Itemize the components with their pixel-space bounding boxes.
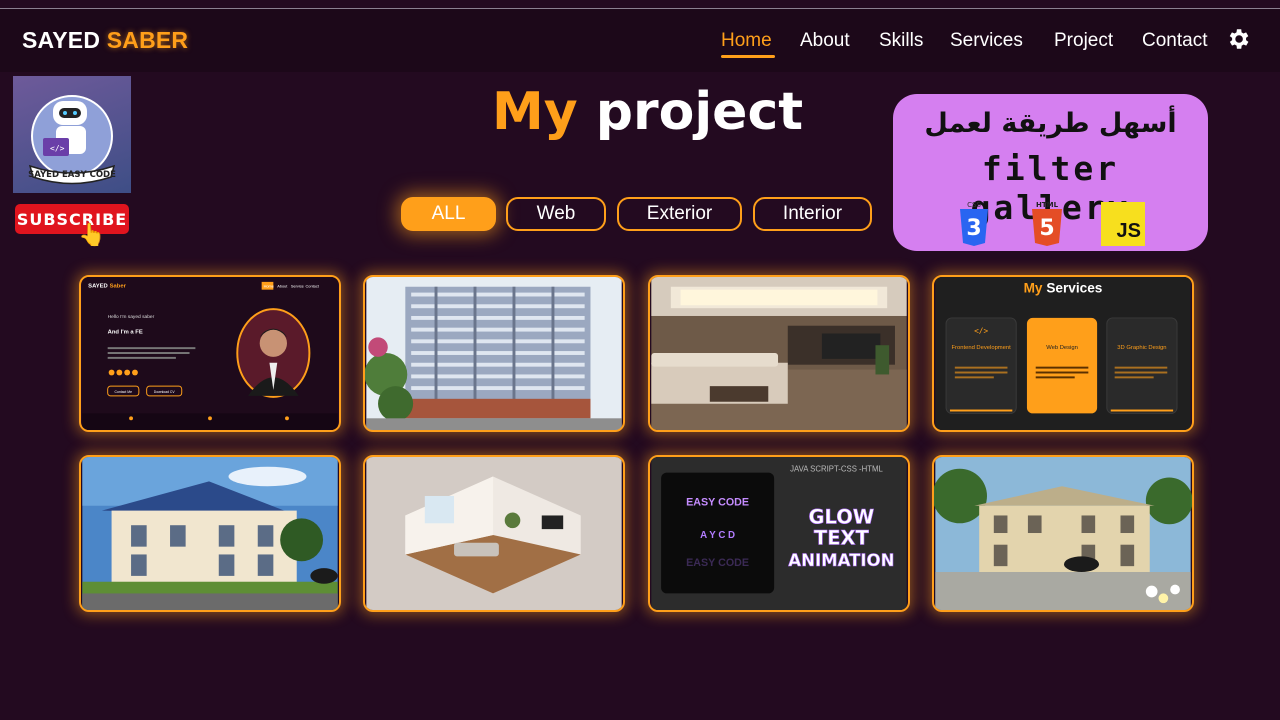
pointer-hand-icon: 👆 <box>78 222 106 247</box>
nav-link-project[interactable]: Project <box>1054 30 1113 52</box>
gallery-item-apartment-building[interactable] <box>363 275 625 432</box>
svg-text:5: 5 <box>1039 216 1054 241</box>
svg-text:3D Graphic Design: 3D Graphic Design <box>1117 345 1166 351</box>
svg-text:EASY CODE: EASY CODE <box>686 557 749 569</box>
gallery-item-living-room-interior[interactable] <box>648 275 910 432</box>
page-title-rest: project <box>595 82 804 142</box>
filter-exterior-button[interactable]: Exterior <box>617 197 742 231</box>
brand-logo[interactable]: SAYED SABER <box>22 27 188 54</box>
svg-text:And I'm a FE: And I'm a FE <box>108 330 143 336</box>
gallery-item-townhouse-exterior[interactable] <box>932 455 1194 612</box>
svg-text:Web Design: Web Design <box>1046 345 1078 351</box>
brand-first: SAYED <box>22 27 101 53</box>
svg-text:SAYEDSaber: SAYED Saber <box>88 284 126 290</box>
svg-text:</>: </> <box>50 144 65 153</box>
nav-link-contact[interactable]: Contact <box>1142 30 1207 52</box>
svg-text:Download CV: Download CV <box>154 390 176 394</box>
channel-logo: </> SAYED EASY CODE <box>13 76 131 193</box>
filter-interior-button[interactable]: Interior <box>753 197 872 231</box>
gear-icon[interactable] <box>1225 26 1251 52</box>
js-icon: JS <box>1101 202 1145 246</box>
svg-text:</>: </> <box>974 327 988 336</box>
nav-active-underline <box>721 55 775 58</box>
svg-text:Frontend Development: Frontend Development <box>951 345 1011 351</box>
gallery-item-room-3d[interactable] <box>363 455 625 612</box>
svg-text:Service: Service <box>291 284 304 289</box>
svg-text:Hello I'm sayed saber: Hello I'm sayed saber <box>108 314 155 320</box>
svg-text:EASY CODE: EASY CODE <box>686 497 749 509</box>
svg-text:TEXT: TEXT <box>814 527 870 550</box>
css3-icon: CSS 3 <box>960 201 988 246</box>
page-title-first: My <box>492 82 578 142</box>
svg-text:Contact: Contact <box>306 284 320 289</box>
nav-link-services[interactable]: Services <box>950 30 1023 52</box>
promo-banner: أسهل طريقة لعمل filter gallery CSS 3 HTM… <box>893 94 1208 251</box>
svg-text:CSS: CSS <box>967 201 981 209</box>
brand-last: SABER <box>106 27 189 53</box>
svg-text:A Y C D: A Y C D <box>700 530 735 541</box>
nav-link-skills[interactable]: Skills <box>879 30 923 52</box>
channel-logo-text: SAYED EASY CODE <box>28 170 116 180</box>
svg-text:Home: Home <box>264 284 274 289</box>
svg-text:Contact Me: Contact Me <box>115 390 133 394</box>
svg-text:GLOW: GLOW <box>808 505 874 528</box>
svg-text:HTML: HTML <box>1036 201 1059 209</box>
gallery-item-services[interactable]: My Services </> Frontend Development Web… <box>932 275 1194 432</box>
html5-icon: HTML 5 <box>1032 201 1062 246</box>
filter-web-button[interactable]: Web <box>506 197 606 231</box>
nav-link-about[interactable]: About <box>800 30 850 52</box>
gallery-item-glow-text-animation[interactable]: JAVA SCRIPT-CSS -HTML EASY CODE A Y C D … <box>648 455 910 612</box>
subscribe-button[interactable]: SUBSCRIBE <box>15 204 129 234</box>
promo-arabic-text: أسهل طريقة لعمل <box>924 108 1177 139</box>
nav-link-home[interactable]: Home <box>721 30 772 52</box>
filter-all-button[interactable]: ALL <box>401 197 496 231</box>
svg-text:JAVA SCRIPT-CSS -HTML: JAVA SCRIPT-CSS -HTML <box>790 465 883 474</box>
gallery-item-portfolio[interactable]: SAYED Saber Home About Service Contact He… <box>79 275 341 432</box>
page-title: My project <box>492 82 803 142</box>
svg-text:3: 3 <box>966 216 981 241</box>
svg-text:My Services: My Services <box>1024 281 1103 296</box>
svg-text:About: About <box>277 284 288 289</box>
svg-text:ANIMATION: ANIMATION <box>788 551 894 570</box>
gallery-item-villa-exterior[interactable] <box>79 455 341 612</box>
